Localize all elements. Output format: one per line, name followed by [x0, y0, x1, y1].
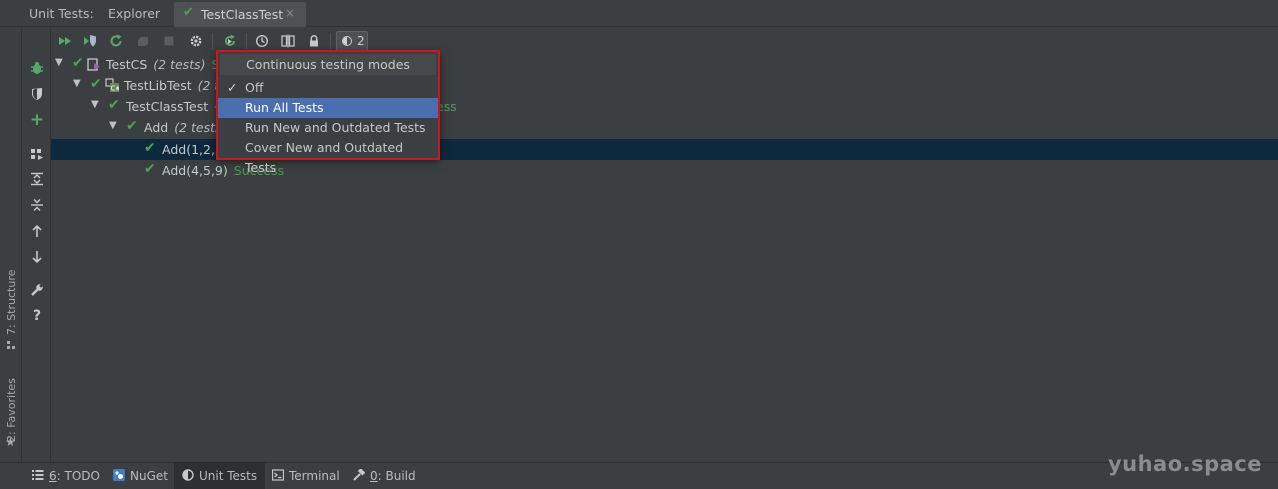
- expand-all-icon[interactable]: [27, 169, 47, 189]
- clock-icon[interactable]: [252, 31, 272, 51]
- half-circle-icon: [342, 36, 352, 46]
- bottom-tab-todo[interactable]: 6: TODO: [24, 463, 108, 489]
- success-check-icon: ✔: [126, 118, 138, 134]
- unit-tests-title: Unit Tests:: [29, 6, 94, 21]
- success-check-icon: ✔: [72, 55, 84, 71]
- success-check-icon: ✔: [144, 140, 156, 156]
- terminal-icon: [272, 469, 284, 481]
- continuous-testing-modes-popup: Continuous testing modes ✓ Off Run All T…: [216, 50, 440, 175]
- todo-label: : TODO: [56, 469, 100, 483]
- tree-row-label: Add (2 tests: [144, 120, 222, 135]
- success-check-icon: ✔: [144, 161, 156, 177]
- group-icon[interactable]: [27, 144, 47, 164]
- continuous-testing-icon[interactable]: [220, 31, 240, 51]
- success-check-icon: ✔: [108, 97, 120, 113]
- menu-item-label: Off: [245, 80, 264, 95]
- bottom-tab-terminal[interactable]: Terminal: [264, 463, 348, 489]
- stop-track-icon[interactable]: [133, 31, 153, 51]
- watermark: yuhao.space: [1107, 452, 1262, 476]
- tab-testclasstest-label: TestClassTest: [201, 7, 284, 22]
- tree-row-label: TestClassTest<: [126, 99, 225, 114]
- add-icon[interactable]: +: [27, 110, 47, 130]
- menu-item-label: Run New and Outdated Tests: [245, 120, 426, 135]
- left-toolbar: + ?: [23, 27, 51, 462]
- hammer-icon: [353, 469, 365, 481]
- tab-testclasstest[interactable]: ✔ TestClassTest ×: [174, 2, 306, 27]
- menu-item-run-all-tests[interactable]: Run All Tests: [218, 98, 438, 118]
- favorites-side-tab-label: 2: Favorites: [5, 378, 18, 442]
- toolbar-separator: [212, 33, 213, 49]
- terminal-label: Terminal: [289, 469, 340, 483]
- stop-icon[interactable]: [159, 31, 179, 51]
- popup-title: Continuous testing modes: [220, 54, 436, 75]
- bottom-tab-build[interactable]: 0: Build: [345, 463, 424, 489]
- rerun-icon[interactable]: [106, 31, 126, 51]
- bottom-tool-window-bar: 6: TODO NuGet Unit Tests Terminal 0: Bui…: [0, 462, 1278, 489]
- build-key: 0: [370, 469, 378, 483]
- nuget-icon: [113, 469, 125, 481]
- wrench-icon[interactable]: [27, 280, 47, 300]
- build-label: : Build: [377, 469, 416, 483]
- menu-item-cover-new-and-outdated[interactable]: Cover New and Outdated Tests: [218, 138, 438, 175]
- continuous-toggle[interactable]: 2: [336, 31, 368, 51]
- unit-tests-icon: [182, 469, 194, 481]
- tree-row-add-4-5-9[interactable]: ✔ Add(4,5,9) Success: [51, 160, 1278, 181]
- left-side-strip: 7: Structure 2: Favorites ★: [0, 27, 22, 462]
- todo-list-icon: [32, 470, 44, 480]
- menu-item-run-new-and-outdated[interactable]: Run New and Outdated Tests: [218, 118, 438, 138]
- settings-icon[interactable]: [186, 31, 206, 51]
- solution-icon: [87, 58, 100, 71]
- toolbar-separator: [330, 33, 331, 49]
- menu-item-off[interactable]: ✓ Off: [218, 78, 438, 98]
- nuget-label: NuGet: [130, 469, 168, 483]
- arrow-down-icon[interactable]: [27, 247, 47, 267]
- cover-icon[interactable]: [80, 31, 100, 51]
- run-all-icon[interactable]: [55, 31, 75, 51]
- close-tab-icon[interactable]: ×: [285, 6, 295, 20]
- expand-arrow-icon[interactable]: ▼: [73, 78, 81, 89]
- success-check-icon: ✔: [90, 76, 102, 92]
- toolbar-separator: [246, 33, 247, 49]
- lock-icon[interactable]: [304, 31, 324, 51]
- favorites-side-tab[interactable]: 2: Favorites: [5, 378, 18, 442]
- bottom-tab-nuget[interactable]: NuGet: [105, 463, 176, 489]
- continuous-count: 2: [357, 34, 365, 48]
- help-icon[interactable]: ?: [27, 306, 47, 326]
- structure-icon: [6, 339, 16, 349]
- menu-item-label: Run All Tests: [245, 100, 324, 115]
- arrow-up-icon[interactable]: [27, 221, 47, 241]
- bottom-tab-unit-tests[interactable]: Unit Tests: [174, 463, 266, 489]
- tool-window-tab-bar: Unit Tests: Explorer ✔ TestClassTest ×: [0, 0, 1278, 27]
- unit-tests-label: Unit Tests: [199, 469, 258, 483]
- expand-arrow-icon[interactable]: ▼: [91, 99, 99, 110]
- structure-side-tab-label: 7: Structure: [5, 269, 18, 335]
- todo-key: 6: [49, 469, 57, 483]
- shield-icon[interactable]: [27, 84, 47, 104]
- tree-row-label: Add(1,2,3: [162, 142, 223, 157]
- expand-arrow-icon[interactable]: ▼: [109, 120, 117, 131]
- structure-side-tab[interactable]: 7: Structure: [5, 270, 18, 335]
- tree-row-label: TestLibTest (2 t: [124, 78, 220, 93]
- split-icon[interactable]: [278, 31, 298, 51]
- csharp-project-icon: C#: [105, 78, 119, 92]
- checkmark-icon: ✓: [227, 80, 238, 95]
- tree-row-label: TestCS(2 tests)Su: [106, 57, 227, 72]
- debug-icon[interactable]: [27, 58, 47, 78]
- star-icon: ★: [5, 435, 16, 449]
- svg-text:C#: C#: [111, 85, 120, 93]
- expand-arrow-icon[interactable]: ▼: [55, 57, 63, 68]
- collapse-all-icon[interactable]: [27, 195, 47, 215]
- tab-explorer[interactable]: Explorer: [108, 6, 160, 21]
- success-check-icon: ✔: [183, 5, 194, 20]
